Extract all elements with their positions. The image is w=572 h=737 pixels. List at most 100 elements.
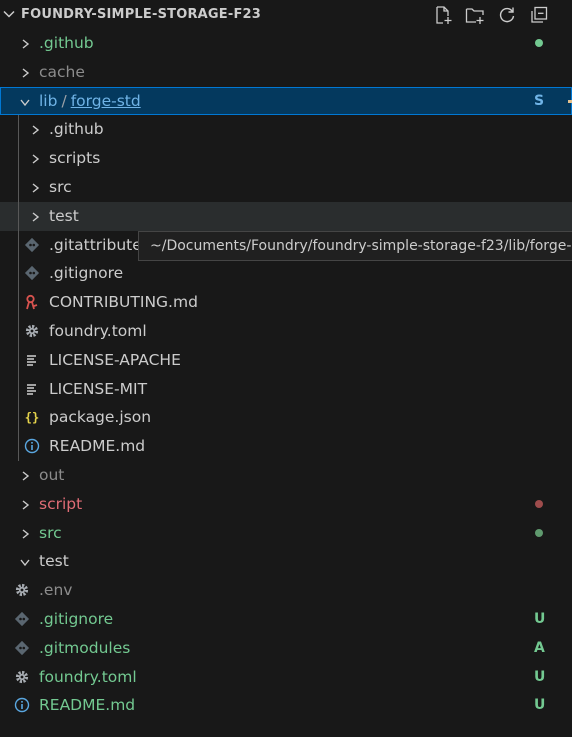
tree-item-label: README.md: [49, 437, 146, 456]
tree-file-forge-contributing[interactable]: CONTRIBUTING.md: [0, 288, 572, 317]
tree-item-label: CONTRIBUTING.md: [49, 293, 198, 312]
tree-file-forge-package-json[interactable]: {} package.json: [0, 403, 572, 433]
path-tooltip: ~/Documents/Foundry/foundry-simple-stora…: [138, 231, 572, 261]
tree-file-forge-readme[interactable]: README.md: [0, 432, 572, 461]
chevron-right-icon[interactable]: [28, 181, 42, 195]
git-status-dot: [535, 39, 543, 47]
tree-item-label: out: [39, 465, 65, 484]
license-icon: [24, 381, 40, 397]
new-file-icon: [436, 6, 452, 24]
tree-item-label: src: [49, 177, 72, 196]
tree-item-label: test: [49, 206, 79, 225]
tree-item-label: test: [39, 552, 69, 571]
indent-guide: [18, 230, 19, 260]
chevron-right-icon[interactable]: [18, 498, 32, 512]
indent-guide: [18, 432, 19, 461]
chevron-right-icon[interactable]: [18, 527, 32, 541]
indent-guide: [18, 288, 19, 317]
indent-guide: [18, 115, 19, 145]
tree-folder-test[interactable]: test: [0, 547, 572, 576]
license-icon: [24, 352, 40, 368]
tree-item-label: src: [39, 523, 62, 542]
tree-folder-forge-src[interactable]: src: [0, 172, 572, 202]
indent-guide: [18, 259, 19, 289]
tree-folder-github-root[interactable]: .github: [0, 29, 572, 58]
tree-file-foundry-toml[interactable]: foundry.toml U: [0, 663, 572, 692]
tree-item-label: lib / forge-std: [39, 87, 141, 116]
info-icon: [14, 697, 30, 713]
chevron-right-icon[interactable]: [28, 123, 42, 137]
git-status-badge: U: [534, 610, 546, 627]
tree-folder-src[interactable]: src: [0, 519, 572, 548]
workspace-title[interactable]: FOUNDRY-SIMPLE-STORAGE-F23: [21, 7, 261, 22]
chevron-down-icon[interactable]: [18, 555, 32, 569]
refresh-icon: [499, 7, 515, 23]
git-icon: [14, 640, 30, 656]
chevron-right-icon[interactable]: [28, 210, 42, 224]
chevron-right-icon[interactable]: [18, 66, 32, 80]
chevron-right-icon[interactable]: [18, 37, 32, 51]
tree-item-label: .gitmodules: [39, 638, 131, 657]
indent-guide: [18, 144, 19, 173]
tree-item-label: .env: [39, 581, 73, 600]
contributing-icon: [24, 294, 40, 310]
tree-file-forge-license-apache[interactable]: LICENSE-APACHE: [0, 345, 572, 375]
file-tree: .github cache lib / forge-std S .github scripts…: [0, 29, 572, 720]
tree-item-label: foundry.toml: [39, 667, 137, 686]
tree-item-label: LICENSE-MIT: [49, 379, 148, 398]
tree-item-label: .gitattributes: [49, 235, 150, 254]
tooltip-text: ~/Documents/Foundry/foundry-simple-stora…: [150, 238, 572, 254]
tree-item-label: scripts: [49, 149, 101, 168]
tree-item-label: LICENSE-APACHE: [49, 350, 181, 369]
gear-icon: [24, 323, 40, 339]
new-file-button[interactable]: [432, 5, 454, 25]
collapse-all-icon: [531, 6, 548, 23]
chevron-down-icon[interactable]: [18, 95, 32, 109]
tree-folder-lib-forge-std[interactable]: lib / forge-std S: [0, 86, 572, 116]
json-icon: {}: [24, 409, 40, 425]
tree-item-label: package.json: [49, 408, 152, 427]
tree-file-forge-gitignore[interactable]: .gitignore: [0, 259, 572, 289]
refresh-button[interactable]: [496, 5, 518, 25]
tree-item-label: cache: [39, 62, 85, 81]
tree-item-label: foundry.toml: [49, 321, 147, 340]
tree-file-readme[interactable]: README.md U: [0, 691, 572, 720]
chevron-down-icon[interactable]: [2, 7, 16, 21]
path-segment-parent[interactable]: lib: [39, 92, 57, 110]
indent-guide: [18, 345, 19, 375]
scroll-decoration: [568, 100, 572, 103]
chevron-right-icon[interactable]: [28, 152, 42, 166]
git-icon: [24, 265, 40, 281]
tree-file-gitmodules[interactable]: .gitmodules A: [0, 634, 572, 663]
git-status-badge: U: [534, 668, 546, 685]
tree-file-forge-foundry-toml[interactable]: foundry.toml: [0, 316, 572, 346]
tree-folder-forge-test[interactable]: test: [0, 201, 572, 231]
tree-file-forge-license-mit[interactable]: LICENSE-MIT: [0, 374, 572, 404]
tree-file-env[interactable]: .env: [0, 576, 572, 605]
tree-item-label: .github: [39, 34, 94, 52]
svg-text:{}: {}: [25, 411, 39, 425]
tree-folder-forge-scripts[interactable]: scripts: [0, 144, 572, 173]
indent-guide: [18, 374, 19, 404]
tree-item-label: README.md: [39, 696, 136, 715]
tree-item-label: .github: [49, 120, 104, 139]
header-actions: [432, 5, 550, 25]
indent-guide: [18, 316, 19, 346]
tree-folder-cache[interactable]: cache: [0, 58, 572, 87]
indent-guide: [18, 403, 19, 433]
gear-icon: [14, 582, 30, 598]
tree-folder-forge-github[interactable]: .github: [0, 115, 572, 145]
new-folder-button[interactable]: [464, 5, 486, 25]
tree-item-label: .gitignore: [49, 264, 124, 283]
git-status-badge: U: [534, 697, 546, 714]
git-status-dot: [535, 499, 543, 508]
chevron-right-icon[interactable]: [18, 469, 32, 483]
path-separator: /: [61, 91, 67, 110]
collapse-all-button[interactable]: [528, 5, 550, 25]
git-icon: [14, 611, 30, 627]
tree-file-gitignore[interactable]: .gitignore U: [0, 605, 572, 634]
tree-folder-out[interactable]: out: [0, 461, 572, 490]
tree-folder-script[interactable]: script: [0, 490, 572, 519]
indent-guide: [18, 201, 19, 231]
path-segment-child[interactable]: forge-std: [71, 92, 141, 110]
